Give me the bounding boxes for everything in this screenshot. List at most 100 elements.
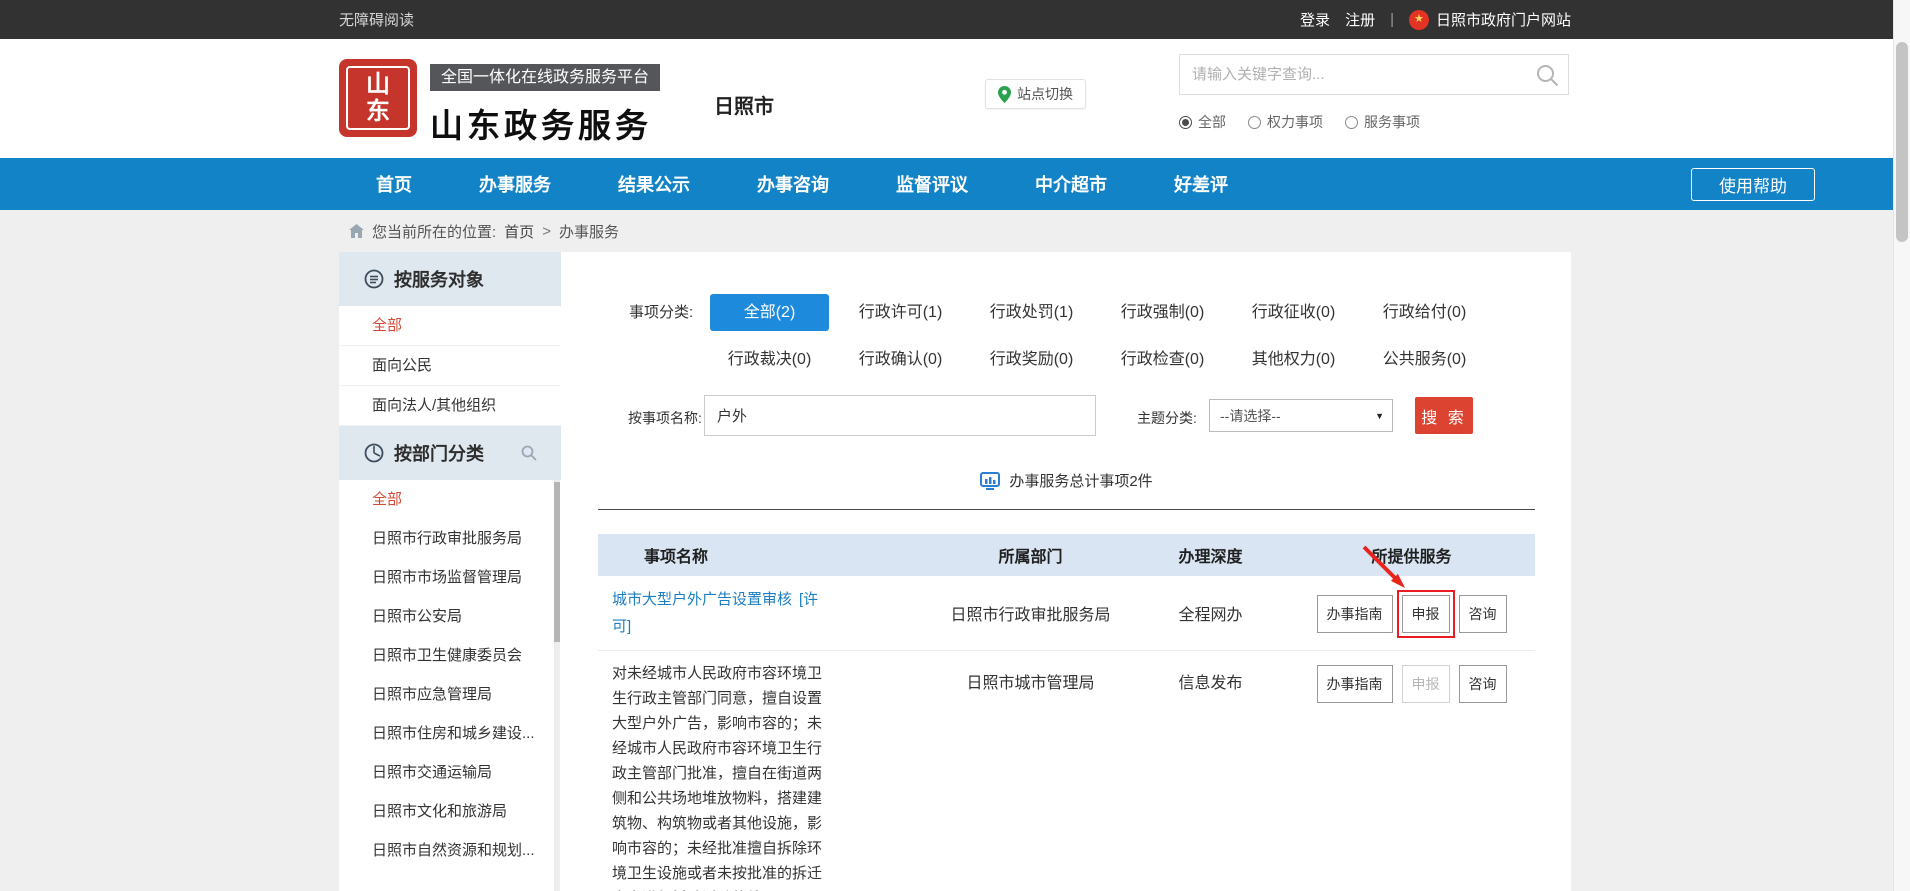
search-input[interactable]: [1180, 55, 1568, 94]
sidebar-item-target-legal[interactable]: 面向法人/其他组织: [339, 386, 561, 426]
guide-button[interactable]: 办事指南: [1317, 595, 1393, 633]
search-submit-button[interactable]: 搜 索: [1415, 397, 1473, 434]
chevron-down-icon: ▼: [1375, 411, 1384, 421]
sidebar-item-dept[interactable]: 日照市住房和城乡建设...: [339, 714, 561, 753]
sidebar-item-dept[interactable]: 日照市卫生健康委员会: [339, 636, 561, 675]
scope-option-service[interactable]: 服务事项: [1345, 112, 1420, 132]
nav-item-home[interactable]: 首页: [376, 171, 412, 197]
item-department: 日照市行政审批服务局: [928, 601, 1133, 625]
consult-button[interactable]: 咨询: [1459, 595, 1507, 633]
filter-item[interactable]: 行政检查(0): [1103, 341, 1222, 378]
guide-button[interactable]: 办事指南: [1317, 665, 1393, 703]
sidebar-section-service-target: 按服务对象: [339, 252, 561, 306]
nav-item-intermediary[interactable]: 中介超市: [1035, 171, 1107, 197]
apply-button-disabled: 申报: [1402, 665, 1450, 703]
column-header-services: 所提供服务: [1288, 543, 1535, 567]
filter-grid: 全部(2) 行政许可(1) 行政处罚(1) 行政强制(0) 行政征收(0) 行政…: [704, 294, 1490, 378]
breadcrumb-home-link[interactable]: 首页: [504, 221, 534, 242]
filter-item[interactable]: 其他权力(0): [1234, 341, 1353, 378]
filter-item[interactable]: 行政处罚(1): [972, 294, 1091, 331]
topic-select[interactable]: --请选择-- ▼: [1209, 399, 1393, 432]
sidebar-item-target-citizen[interactable]: 面向公民: [339, 346, 561, 386]
pie-circle-icon: [364, 443, 384, 463]
sidebar-section-departments: 按部门分类: [339, 426, 561, 480]
column-header-department: 所属部门: [928, 543, 1133, 567]
sidebar-item-dept[interactable]: 日照市市场监督管理局: [339, 558, 561, 597]
divider: [598, 509, 1535, 510]
sidebar-item-dept[interactable]: 日照市自然资源和规划...: [339, 831, 561, 870]
list-circle-icon: [364, 269, 384, 289]
consult-button[interactable]: 咨询: [1459, 665, 1507, 703]
item-search-form: 按事项名称: 主题分类: --请选择-- ▼ 搜 索: [598, 395, 1535, 436]
location-pin-icon: [998, 86, 1011, 103]
item-name-text: 城市大型户外广告设置审核: [612, 591, 792, 608]
header-search-box: [1179, 54, 1569, 95]
topbar: 无障碍阅读 登录 注册 | ★ 日照市政府门户网站: [0, 0, 1910, 39]
filter-item[interactable]: 行政裁决(0): [710, 341, 829, 378]
filter-item[interactable]: 行政确认(0): [841, 341, 960, 378]
home-icon: [349, 224, 364, 238]
apply-button-annotation-wrap: 申报: [1402, 595, 1450, 633]
nav-item-supervision[interactable]: 监督评议: [896, 171, 968, 197]
brand-logo[interactable]: 山东 全国一体化在线政务服务平台 山东政务服务: [339, 59, 660, 147]
page-scrollbar-thumb[interactable]: [1896, 42, 1908, 242]
accessibility-link[interactable]: 无障碍阅读: [339, 9, 414, 30]
sidebar: 按服务对象 全部 面向公民 面向法人/其他组织 按部门分类 全部 日照市行政审批…: [339, 252, 561, 891]
item-name-text: 对未经城市人民政府市容环境卫生行政主管部门同意，擅自设置大型户外广告，影响市容的…: [612, 661, 827, 891]
sidebar-item-target-all[interactable]: 全部: [339, 306, 561, 346]
breadcrumb-current: 办事服务: [559, 221, 619, 242]
results-summary: 办事服务总计事项2件: [598, 470, 1535, 491]
sidebar-item-dept-all[interactable]: 全部: [339, 480, 561, 519]
scope-option-all[interactable]: 全部: [1179, 112, 1226, 132]
item-name-label: 按事项名称:: [628, 408, 702, 428]
filter-item[interactable]: 行政征收(0): [1234, 294, 1353, 331]
results-summary-text: 办事服务总计事项2件: [1009, 470, 1152, 491]
help-button[interactable]: 使用帮助: [1691, 168, 1815, 201]
results-table: 事项名称 所属部门 办理深度 所提供服务 城市大型户外广告设置审核[许可] 日照…: [598, 534, 1535, 891]
login-link[interactable]: 登录: [1300, 9, 1330, 30]
shandong-seal-logo: 山东: [339, 59, 417, 137]
scope-option-authority[interactable]: 权力事项: [1248, 112, 1323, 132]
nav-item-consult[interactable]: 办事咨询: [757, 171, 829, 197]
site-header: 山东 全国一体化在线政务服务平台 山东政务服务 日照市 站点切换 全部 权力事项: [0, 39, 1910, 158]
filter-item[interactable]: 公共服务(0): [1365, 341, 1484, 378]
search-icon[interactable]: [1536, 64, 1559, 87]
department-search-icon[interactable]: [521, 445, 537, 461]
site-switch-button[interactable]: 站点切换: [985, 79, 1086, 109]
register-link[interactable]: 注册: [1345, 9, 1375, 30]
table-row: 城市大型户外广告设置审核[许可] 日照市行政审批服务局 全程网办 办事指南 申报…: [598, 576, 1535, 651]
nav-item-services[interactable]: 办事服务: [479, 171, 551, 197]
filter-item[interactable]: 行政奖励(0): [972, 341, 1091, 378]
content-panel: 按服务对象 全部 面向公民 面向法人/其他组织 按部门分类 全部 日照市行政审批…: [339, 252, 1571, 891]
topbar-separator: |: [1390, 11, 1394, 28]
radio-icon: [1345, 116, 1358, 129]
nav-item-results[interactable]: 结果公示: [618, 171, 690, 197]
sidebar-item-dept[interactable]: 日照市文化和旅游局: [339, 792, 561, 831]
sidebar-scrollbar-track[interactable]: [554, 480, 560, 891]
sidebar-item-dept[interactable]: 日照市行政审批服务局: [339, 519, 561, 558]
main-nav: 首页 办事服务 结果公示 办事咨询 监督评议 中介超市 好差评 使用帮助: [0, 158, 1910, 210]
topic-select-value: --请选择--: [1220, 406, 1281, 426]
filter-item[interactable]: 行政给付(0): [1365, 294, 1484, 331]
sidebar-item-dept[interactable]: 日照市交通运输局: [339, 753, 561, 792]
filter-label: 事项分类:: [598, 294, 704, 378]
item-name-link[interactable]: 城市大型户外广告设置审核[许可]: [612, 586, 827, 640]
portal-link[interactable]: ★ 日照市政府门户网站: [1409, 9, 1571, 30]
filter-item[interactable]: 行政许可(1): [841, 294, 960, 331]
column-header-depth: 办理深度: [1133, 543, 1288, 567]
nav-item-rating[interactable]: 好差评: [1174, 171, 1228, 197]
item-name-input[interactable]: [704, 395, 1096, 436]
category-filter-block: 事项分类: 全部(2) 行政许可(1) 行政处罚(1) 行政强制(0) 行政征收…: [598, 294, 1535, 378]
main-content: 事项分类: 全部(2) 行政许可(1) 行政处罚(1) 行政强制(0) 行政征收…: [598, 252, 1535, 891]
filter-item-all[interactable]: 全部(2): [710, 294, 829, 331]
item-services: 办事指南 申报 咨询: [1288, 661, 1535, 891]
scope-label: 服务事项: [1364, 112, 1420, 132]
sidebar-scrollbar-thumb[interactable]: [554, 482, 560, 642]
apply-button[interactable]: 申报: [1402, 595, 1450, 633]
sidebar-item-dept[interactable]: 日照市应急管理局: [339, 675, 561, 714]
radio-icon: [1248, 116, 1261, 129]
page-scrollbar-track[interactable]: [1893, 0, 1910, 891]
filter-item[interactable]: 行政强制(0): [1103, 294, 1222, 331]
portal-link-label: 日照市政府门户网站: [1436, 9, 1571, 30]
sidebar-item-dept[interactable]: 日照市公安局: [339, 597, 561, 636]
